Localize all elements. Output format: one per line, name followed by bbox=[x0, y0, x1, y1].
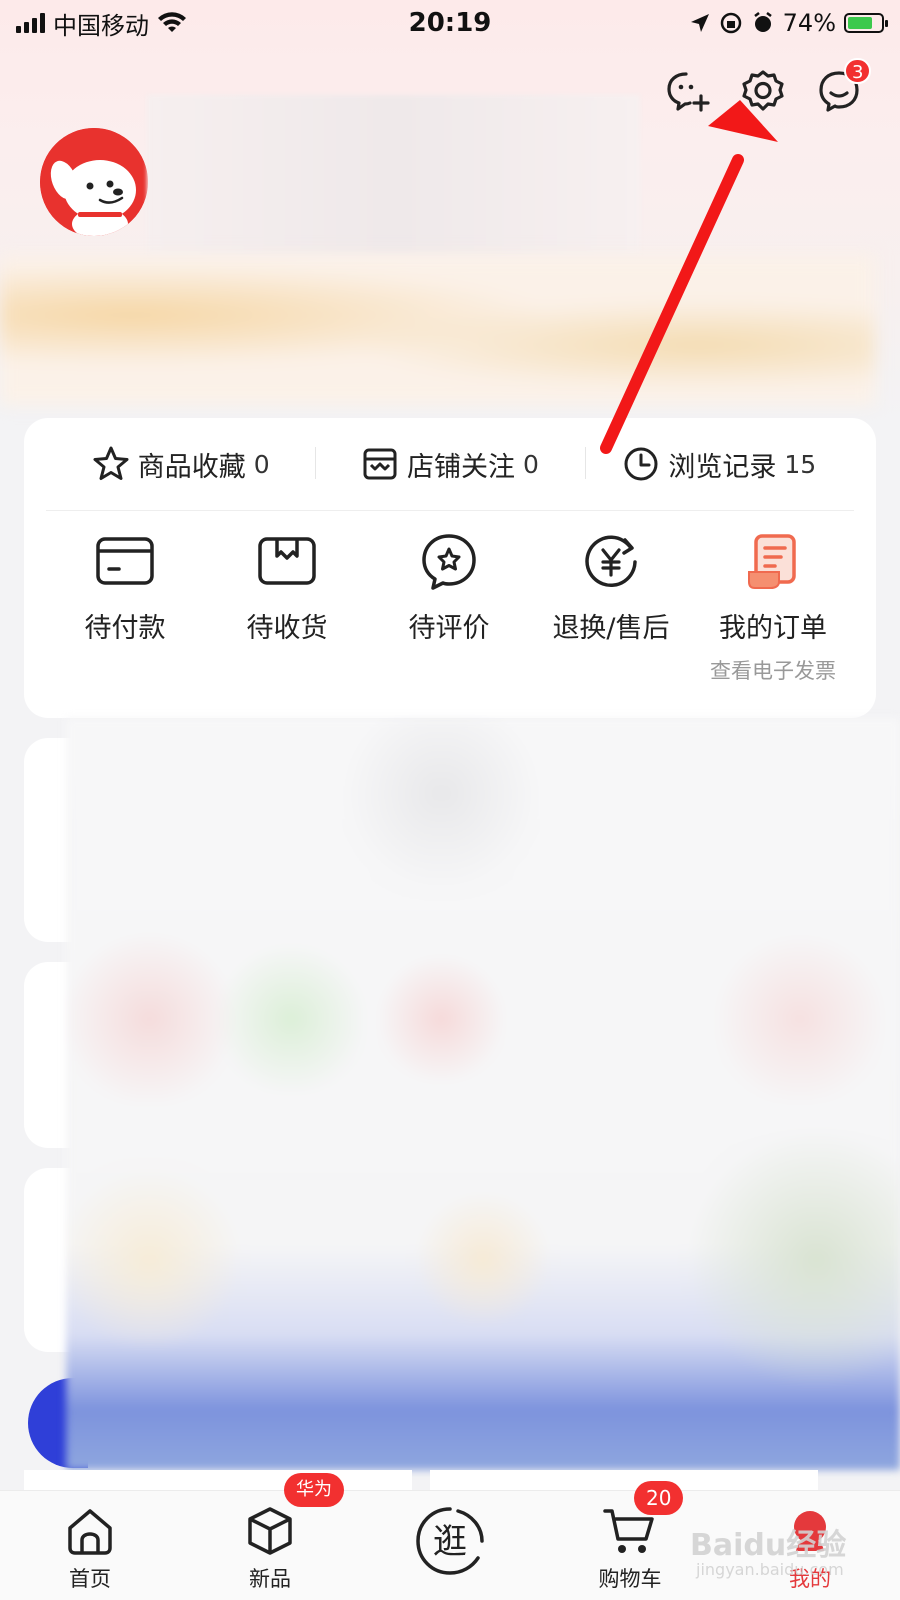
favorites-goods[interactable]: 商品收藏 0 bbox=[46, 445, 315, 484]
favorites-goods-label: 商品收藏 bbox=[137, 451, 246, 483]
battery-fill bbox=[848, 17, 872, 29]
status-bar: 中国移动 20:19 74% bbox=[0, 0, 900, 46]
followed-stores[interactable]: 店铺关注 0 bbox=[315, 445, 584, 484]
status-right: 74% bbox=[689, 9, 888, 37]
feed-card-right-edge bbox=[430, 1470, 818, 1490]
status-left: 中国移动 bbox=[16, 6, 187, 41]
baidu-watermark-url: jingyan.baidu.com bbox=[696, 1560, 844, 1579]
orders-card: 商品收藏 0 店铺关注 0 浏览记录 15 待付款 待收货 待评价 退换/售后 … bbox=[24, 418, 876, 718]
order-pending-payment-label: 待付款 bbox=[84, 613, 166, 644]
tab-new[interactable]: 新品 华为 bbox=[180, 1473, 360, 1600]
clock-icon bbox=[624, 447, 658, 481]
browse-history[interactable]: 浏览记录 15 bbox=[584, 445, 854, 484]
rotation-lock-icon bbox=[720, 12, 741, 34]
guang-stroll-icon: 逛 bbox=[412, 1503, 488, 1579]
my-orders[interactable]: 我的订单 查看电子发票 bbox=[692, 530, 854, 710]
profile-info-blurred bbox=[147, 95, 640, 255]
feed-card-left-edge bbox=[24, 1470, 412, 1490]
order-refund-aftersale-label: 退换/售后 bbox=[552, 613, 670, 644]
wallet-card-icon bbox=[93, 530, 157, 594]
order-pending-review[interactable]: 待评价 bbox=[368, 530, 530, 710]
order-refund-aftersale[interactable]: 退换/售后 bbox=[530, 530, 692, 710]
browse-history-count: 15 bbox=[784, 449, 817, 479]
wifi-icon bbox=[158, 12, 186, 32]
content-feed-blurred bbox=[66, 718, 900, 1470]
tab-home[interactable]: 首页 bbox=[0, 1491, 180, 1600]
baidu-watermark: Baidu经验 bbox=[690, 1528, 847, 1563]
jd-dog-mascot-icon bbox=[40, 128, 148, 236]
store-icon bbox=[363, 448, 397, 480]
refund-yuan-icon bbox=[579, 530, 643, 594]
order-pending-payment[interactable]: 待付款 bbox=[44, 530, 206, 710]
home-icon bbox=[61, 1503, 119, 1559]
order-pending-review-label: 待评价 bbox=[408, 613, 490, 644]
followed-stores-count: 0 bbox=[523, 449, 539, 479]
add-friend-button[interactable] bbox=[662, 66, 712, 116]
review-star-bubble-icon bbox=[417, 530, 481, 594]
carrier-label: 中国移动 bbox=[53, 11, 149, 40]
battery-icon bbox=[844, 13, 888, 33]
messages-button[interactable]: 3 bbox=[814, 58, 872, 116]
settings-gear-icon bbox=[742, 70, 784, 111]
stroll-glyph: 逛 bbox=[433, 1522, 467, 1562]
alarm-icon bbox=[753, 12, 772, 32]
star-icon bbox=[93, 446, 129, 480]
order-receipt-icon bbox=[741, 530, 805, 594]
my-orders-label: 我的订单 bbox=[719, 613, 827, 644]
order-pending-receipt-label: 待收货 bbox=[246, 613, 328, 644]
followed-stores-label: 店铺关注 bbox=[407, 451, 516, 483]
tab-stroll[interactable]: 逛 bbox=[360, 1491, 540, 1600]
view-e-invoice-link[interactable]: 查看电子发票 bbox=[710, 655, 836, 685]
add-friend-icon bbox=[667, 72, 710, 112]
favorites-goods-count: 0 bbox=[253, 449, 270, 479]
tab-new-badge: 华为 bbox=[284, 1473, 344, 1507]
membership-banner-blurred bbox=[0, 255, 875, 405]
location-arrow-icon bbox=[690, 14, 709, 32]
tab-new-label: 新品 bbox=[249, 1567, 291, 1591]
tab-cart-badge: 20 bbox=[634, 1481, 684, 1515]
package-box-icon bbox=[255, 530, 319, 594]
avatar[interactable] bbox=[40, 128, 148, 236]
battery-percent: 74% bbox=[782, 9, 836, 37]
new-cube-icon bbox=[241, 1503, 299, 1559]
browse-history-label: 浏览记录 bbox=[668, 451, 777, 483]
order-pending-receipt[interactable]: 待收货 bbox=[206, 530, 368, 710]
order-status-row: 待付款 待收货 待评价 退换/售后 我的订单 查看电子发票 bbox=[24, 530, 876, 710]
tab-cart-label: 购物车 bbox=[598, 1567, 662, 1591]
settings-button[interactable] bbox=[738, 66, 788, 116]
quick-stats-row: 商品收藏 0 店铺关注 0 浏览记录 15 bbox=[46, 418, 854, 511]
cellular-signal-icon bbox=[16, 13, 45, 33]
tab-home-label: 首页 bbox=[69, 1567, 111, 1591]
